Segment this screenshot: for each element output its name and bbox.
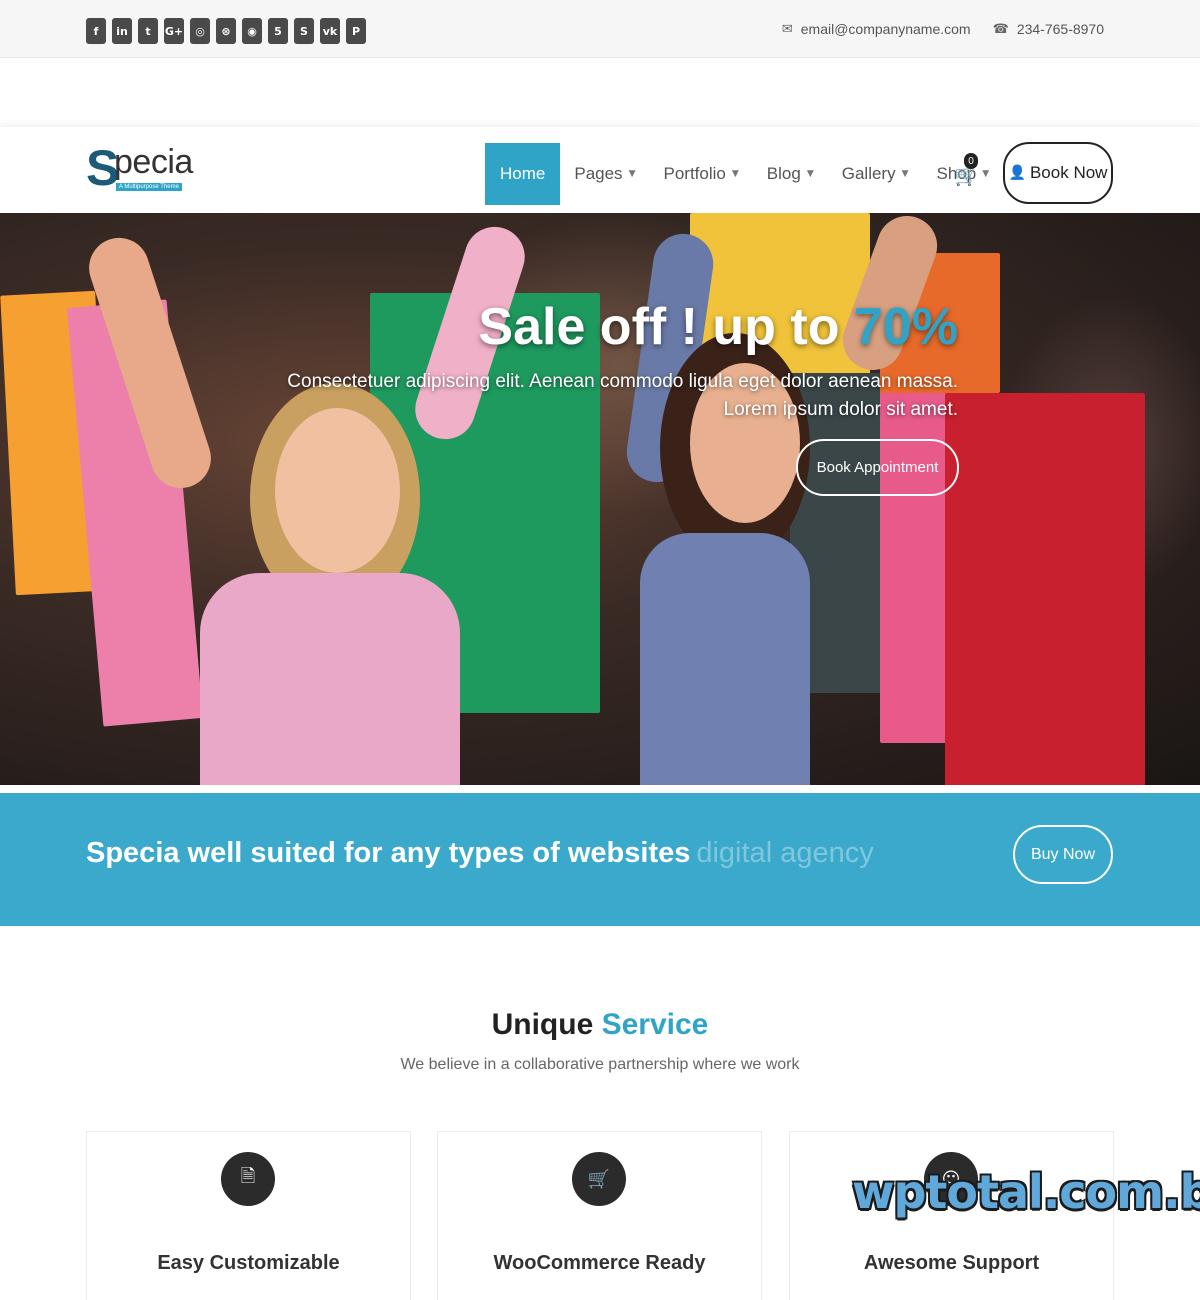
user-icon: 👤: [1008, 165, 1026, 181]
section-subtitle: We believe in a collaborative partnershi…: [400, 1056, 800, 1073]
phone-icon: ☎: [992, 21, 1009, 37]
nav-item-home[interactable]: Home: [485, 143, 561, 205]
instagram-icon[interactable]: ◎: [190, 18, 210, 44]
caret-down-icon: ▼: [731, 169, 739, 179]
skype-icon[interactable]: S: [294, 18, 314, 44]
dribbble-icon[interactable]: ⊛: [216, 18, 236, 44]
cart-button[interactable]: 🛒 0: [954, 153, 980, 187]
buy-now-button[interactable]: Buy Now: [1013, 825, 1113, 884]
service-card-label: Awesome Support: [863, 1252, 1040, 1274]
nav-label: Blog: [766, 164, 801, 183]
twitter-icon[interactable]: t: [138, 18, 158, 44]
caret-down-icon: ▼: [982, 169, 990, 179]
main-header: S pecia A Multipurpose Theme Home Pages ▼…: [0, 127, 1200, 213]
service-card-easy-customizable[interactable]: 🗎 Easy Customizable: [86, 1131, 411, 1300]
facebook-icon[interactable]: f: [86, 18, 106, 44]
book-now-label: Book Now: [1029, 163, 1108, 182]
watermark: wptotal.com.br: [852, 1165, 1200, 1219]
nav-item-pages[interactable]: Pages ▼: [560, 143, 649, 205]
service-card-label: Easy Customizable: [157, 1252, 340, 1274]
nav-item-portfolio[interactable]: Portfolio ▼: [649, 143, 752, 205]
hero-title: Sale off ! up to 70%: [478, 297, 958, 357]
main-nav: Home Pages ▼ Portfolio ▼ Blog ▼ Gallery ▼ Sh…: [485, 143, 1003, 205]
banner-heading: Specia well suited for any types of webs…: [86, 837, 874, 870]
nav-label: Gallery: [841, 164, 896, 183]
nav-label: Pages: [574, 164, 623, 183]
hero-title-main: Sale off ! up to: [478, 298, 854, 356]
email-link[interactable]: email@companyname.com: [801, 21, 971, 37]
nav-item-gallery[interactable]: Gallery ▼: [828, 143, 923, 205]
google-plus-icon[interactable]: G+: [164, 18, 184, 44]
html5-icon[interactable]: 5: [268, 18, 288, 44]
site-logo[interactable]: S pecia A Multipurpose Theme: [86, 143, 196, 197]
caret-down-icon: ▼: [901, 169, 909, 179]
service-card-woocommerce-ready[interactable]: 🛒 WooCommerce Ready: [437, 1131, 762, 1300]
linkedin-icon[interactable]: in: [112, 18, 132, 44]
cart-count-badge: 0: [964, 153, 978, 169]
section-title: Unique Service: [0, 1008, 1200, 1042]
book-now-button[interactable]: 👤 Book Now: [1003, 142, 1113, 204]
contact-info: ✉ email@companyname.com ☎ 234-765-8970: [782, 21, 1104, 37]
logo-text: pecia: [114, 143, 193, 181]
social-links: f in t G+ ◎ ⊛ ◉ 5 S vk P: [86, 18, 366, 44]
github-icon[interactable]: ◉: [242, 18, 262, 44]
pinterest-icon[interactable]: P: [346, 18, 366, 44]
vk-icon[interactable]: vk: [320, 18, 340, 44]
top-bar: f in t G+ ◎ ⊛ ◉ 5 S vk P ✉ email@company…: [0, 0, 1200, 58]
section-title-accent: Service: [601, 1008, 709, 1041]
document-icon: 🗎: [221, 1152, 275, 1206]
caret-down-icon: ▼: [628, 169, 636, 179]
caret-down-icon: ▼: [806, 169, 814, 179]
nav-label: Portfolio: [663, 164, 726, 183]
banner-rotating-text: digital agency: [696, 837, 874, 869]
hero-subtitle: Consectetuer adipiscing elit. Aenean com…: [287, 371, 958, 420]
logo-tagline: A Multipurpose Theme: [116, 183, 182, 191]
book-appointment-button[interactable]: Book Appointment: [796, 439, 959, 496]
hero-title-accent: 70%: [853, 298, 958, 356]
hero-slider: Sale off ! up to 70% Consectetuer adipis…: [0, 213, 1200, 785]
service-card-label: WooCommerce Ready: [493, 1252, 706, 1274]
banner-text: Specia well suited for any types of webs…: [86, 837, 691, 869]
envelope-icon: ✉: [781, 21, 793, 37]
nav-item-blog[interactable]: Blog ▼: [753, 143, 828, 205]
nav-label: Home: [500, 164, 546, 183]
cart-plus-icon: 🛒: [572, 1152, 626, 1206]
section-title-main: Unique: [491, 1008, 602, 1041]
callout-banner: Specia well suited for any types of webs…: [0, 793, 1200, 926]
phone-link[interactable]: 234-765-8970: [1017, 21, 1104, 37]
